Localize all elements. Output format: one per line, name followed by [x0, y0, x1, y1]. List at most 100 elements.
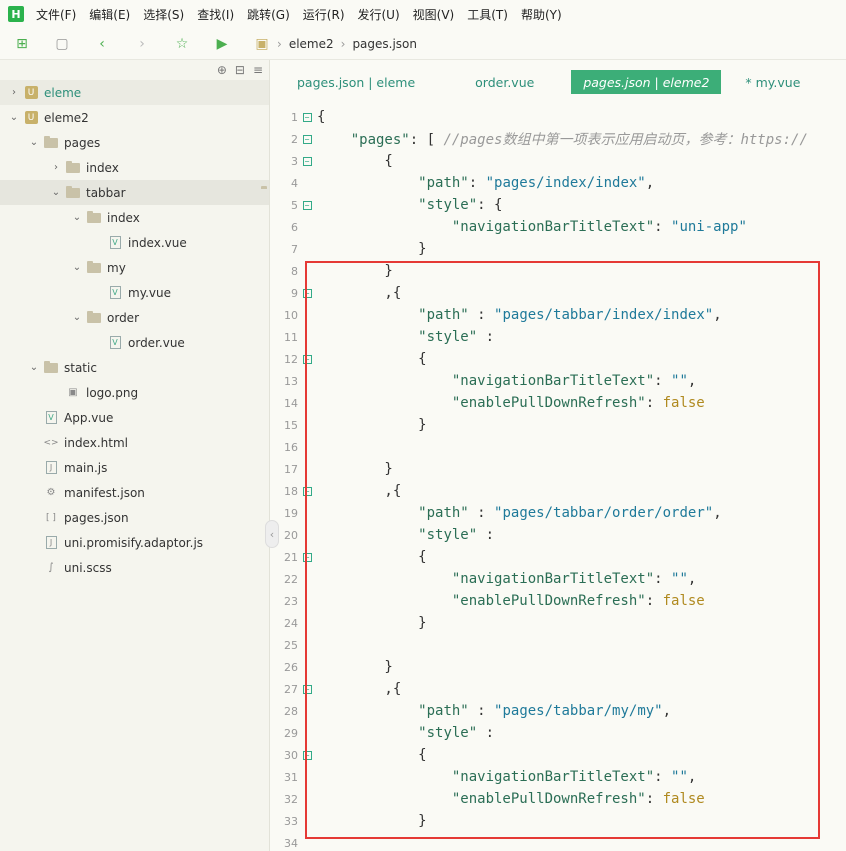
fold-icon[interactable]: −: [302, 134, 312, 144]
tree-item[interactable]: <> index.html: [0, 430, 269, 455]
line-number: 15: [284, 418, 298, 432]
explorer-tools: ⊕ ⊟ ≡: [0, 60, 269, 80]
tree-item[interactable]: Vindex.vue: [0, 230, 269, 255]
vue-file-icon: V: [44, 411, 58, 425]
line-number: 2: [291, 132, 298, 146]
code-editor[interactable]: 1−{2− "pages": [ //pages数组中第一项表示应用启动页，参考…: [271, 104, 846, 851]
breadcrumb-separator: ›: [277, 36, 282, 51]
menu-item[interactable]: 发行(U): [358, 6, 400, 23]
tree-item-label: index.vue: [128, 235, 187, 250]
tree-item[interactable]: Vorder.vue: [0, 330, 269, 355]
tree-item-label: order.vue: [128, 335, 185, 350]
tree-item[interactable]: › index: [0, 155, 269, 180]
line-number: 11: [284, 330, 298, 344]
tree-item[interactable]: Jmain.js: [0, 455, 269, 480]
menu-item[interactable]: 文件(F): [36, 6, 76, 23]
collapse-all-icon[interactable]: ⊟: [235, 63, 245, 77]
tree-item[interactable]: V App.vue: [0, 405, 269, 430]
chevron-icon[interactable]: ⌄: [8, 112, 20, 123]
tree-item[interactable]: ⌄ my: [0, 255, 269, 280]
forward-icon[interactable]: ›: [134, 36, 150, 52]
code-line: 12− {: [271, 348, 846, 370]
chevron-icon[interactable]: ⌄: [71, 212, 83, 223]
line-number: 24: [284, 616, 298, 630]
tree-item[interactable]: ∫ uni.scss: [0, 555, 269, 580]
tab-order-vue[interactable]: order.vue: [463, 70, 546, 94]
run-icon[interactable]: ▶: [214, 36, 230, 52]
code-text: {: [317, 351, 427, 367]
js-file-icon: J: [44, 461, 58, 475]
fold-icon[interactable]: −: [302, 200, 312, 210]
chevron-icon[interactable]: ›: [50, 162, 62, 173]
locate-icon[interactable]: ⊕: [217, 63, 227, 77]
code-line: 29 "style" :: [271, 722, 846, 744]
menu-item[interactable]: 工具(T): [467, 6, 508, 23]
fold-icon[interactable]: −: [302, 112, 312, 122]
chevron-icon[interactable]: ⌄: [50, 187, 62, 198]
fold-icon[interactable]: −: [302, 486, 312, 496]
tree-item[interactable]: ⌄ index: [0, 205, 269, 230]
line-number: 9: [291, 286, 298, 300]
code-line: 26 }: [271, 656, 846, 678]
tree-item[interactable]: › Ueleme: [0, 80, 269, 105]
back-icon[interactable]: ‹: [94, 36, 110, 52]
tree-item[interactable]: ⌄ Ueleme2: [0, 105, 269, 130]
tree-item-label: index: [86, 160, 119, 175]
chevron-icon[interactable]: ⌄: [71, 312, 83, 323]
menu-item[interactable]: 编辑(E): [89, 6, 130, 23]
tab-my-vue[interactable]: * my.vue: [733, 70, 812, 94]
tree-item[interactable]: ⌄ static: [0, 355, 269, 380]
code-text: "navigationBarTitleText": "",: [451, 373, 697, 389]
menu-item[interactable]: 选择(S): [143, 6, 184, 23]
tree-item[interactable]: ⌄ pages: [0, 130, 269, 155]
menu-item[interactable]: 帮助(Y): [521, 6, 562, 23]
chevron-icon[interactable]: ⌄: [28, 137, 40, 148]
tree-item[interactable]: ⌄ tabbar: [0, 180, 269, 205]
tab-pages-json-eleme2[interactable]: pages.json | eleme2: [571, 70, 722, 94]
save-icon[interactable]: ▢: [54, 36, 70, 52]
tree-item[interactable]: ⚙ manifest.json: [0, 480, 269, 505]
star-icon[interactable]: ☆: [174, 36, 190, 52]
tree-item[interactable]: Juni.promisify.adaptor.js: [0, 530, 269, 555]
line-number: 28: [284, 704, 298, 718]
line-number: 30: [284, 748, 298, 762]
tree-item[interactable]: ▣ logo.png: [0, 380, 269, 405]
code-text: "path" : "pages/tabbar/my/my",: [418, 703, 672, 719]
new-file-icon[interactable]: ⊞: [14, 36, 30, 52]
vue-file-icon: V: [108, 236, 122, 250]
folder-icon: [87, 310, 101, 325]
chevron-icon[interactable]: ›: [8, 87, 20, 98]
fold-icon[interactable]: −: [302, 156, 312, 166]
fold-icon[interactable]: −: [302, 288, 312, 298]
fold-icon[interactable]: −: [302, 354, 312, 364]
tree-item[interactable]: ⌄ order: [0, 305, 269, 330]
chevron-icon[interactable]: ⌄: [71, 262, 83, 273]
menu-item[interactable]: 跳转(G): [247, 6, 290, 23]
fold-icon[interactable]: −: [302, 750, 312, 760]
fold-icon[interactable]: −: [302, 552, 312, 562]
breadcrumb-file[interactable]: pages.json: [352, 37, 417, 51]
fold-icon[interactable]: −: [302, 684, 312, 694]
code-line: 4 "path": "pages/index/index",: [271, 172, 846, 194]
tree-item[interactable]: [ ] pages.json: [0, 505, 269, 530]
folder-icon: [87, 210, 101, 225]
menu-item[interactable]: 视图(V): [413, 6, 455, 23]
breadcrumb-project[interactable]: eleme2: [289, 37, 334, 51]
folder-icon: [44, 360, 58, 375]
tab-pages-json-eleme[interactable]: pages.json | eleme: [285, 70, 427, 94]
menu-icon[interactable]: ≡: [253, 63, 263, 77]
chevron-icon[interactable]: ⌄: [28, 362, 40, 373]
tree-item[interactable]: Vmy.vue: [0, 280, 269, 305]
menu-item[interactable]: 运行(R): [303, 6, 345, 23]
tree-item-label: uni.promisify.adaptor.js: [64, 535, 204, 550]
code-line: 6 "navigationBarTitleText": "uni-app": [271, 216, 846, 238]
menu-item[interactable]: 查找(I): [197, 6, 234, 23]
code-text: "style": {: [418, 197, 503, 213]
line-number: 23: [284, 594, 298, 608]
tree-item-label: pages: [64, 135, 101, 150]
